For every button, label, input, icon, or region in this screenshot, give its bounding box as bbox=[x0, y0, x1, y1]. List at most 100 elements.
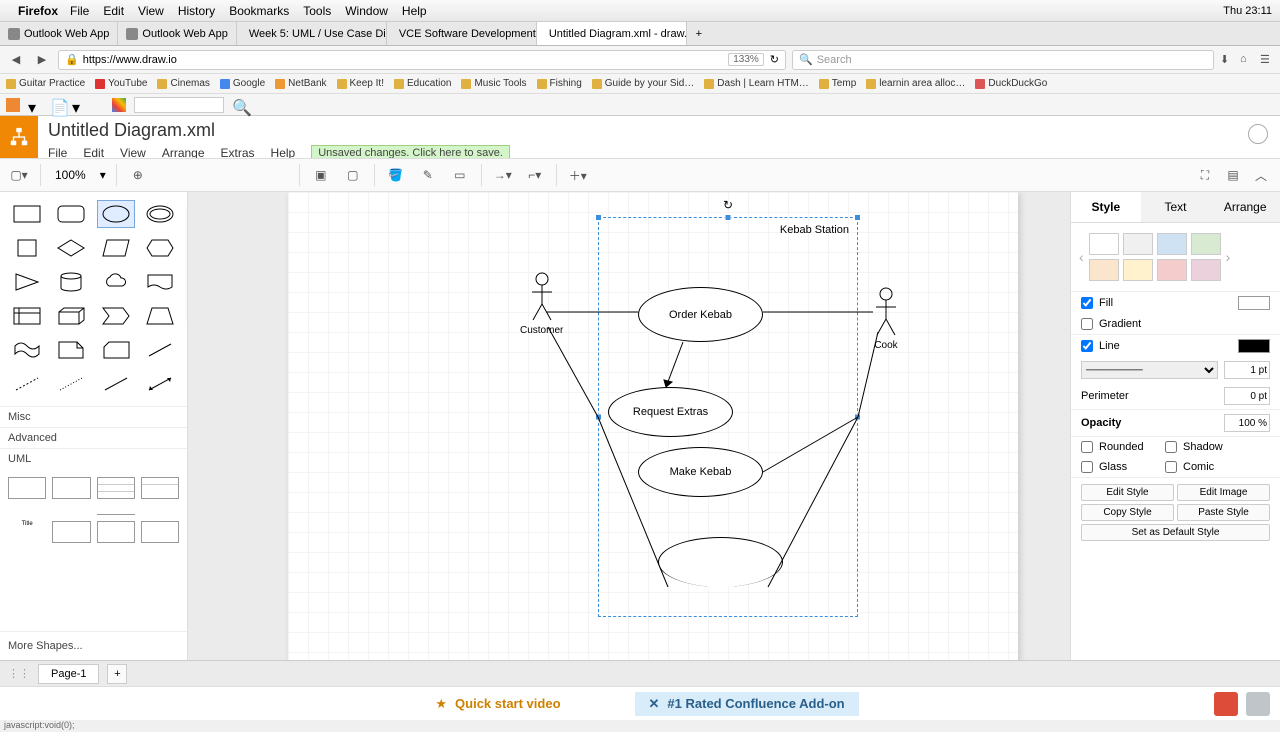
page-tab[interactable]: Page-1 bbox=[38, 664, 99, 684]
bookmark-item[interactable]: Fishing bbox=[537, 78, 582, 89]
mac-menu-help[interactable]: Help bbox=[402, 4, 427, 18]
shape-square[interactable] bbox=[8, 234, 46, 262]
swatch-next-icon[interactable]: › bbox=[1224, 249, 1233, 265]
document-title[interactable]: Untitled Diagram.xml bbox=[48, 120, 510, 141]
color-swatch[interactable] bbox=[1191, 259, 1221, 281]
toolbar-search-input[interactable] bbox=[134, 97, 224, 113]
line-color-chip[interactable] bbox=[1238, 339, 1270, 353]
add-page-button[interactable]: + bbox=[107, 664, 127, 684]
home-icon[interactable]: ⌂ bbox=[1240, 53, 1254, 67]
url-input[interactable]: 🔒 https://www.draw.io 133% ↻ bbox=[58, 50, 786, 70]
glass-checkbox[interactable] bbox=[1081, 461, 1093, 473]
bookmark-item[interactable]: Google bbox=[220, 78, 265, 89]
shape-hexagon[interactable] bbox=[141, 234, 179, 262]
page-drag-handle-icon[interactable]: ⋮⋮ bbox=[8, 667, 30, 680]
drawio-logo-icon[interactable] bbox=[0, 116, 38, 158]
mac-menu-history[interactable]: History bbox=[178, 4, 215, 18]
bookmark-item[interactable]: DuckDuckGo bbox=[975, 78, 1047, 89]
uml-shape[interactable] bbox=[52, 521, 90, 543]
bookmark-item[interactable]: Cinemas bbox=[157, 78, 209, 89]
copy-style-button[interactable]: Copy Style bbox=[1081, 504, 1174, 521]
fill-checkbox[interactable] bbox=[1081, 297, 1093, 309]
uml-shape[interactable] bbox=[141, 521, 179, 543]
shadow-button[interactable]: ▭ bbox=[449, 164, 471, 186]
bookmark-item[interactable]: learnin area alloc… bbox=[866, 78, 965, 89]
section-uml[interactable]: UML bbox=[0, 448, 187, 469]
tab-text[interactable]: Text bbox=[1141, 192, 1211, 222]
shape-cylinder[interactable] bbox=[52, 268, 90, 296]
browser-tab[interactable]: VCE Software Development E… bbox=[387, 22, 537, 45]
google-icon[interactable] bbox=[112, 98, 126, 112]
addon-icon[interactable]: 📄 bbox=[50, 98, 64, 112]
shape-arrow-bidir[interactable] bbox=[141, 370, 179, 398]
bookmark-item[interactable]: NetBank bbox=[275, 78, 326, 89]
tab-style[interactable]: Style bbox=[1071, 192, 1141, 222]
shape-cloud[interactable] bbox=[97, 268, 135, 296]
zoom-in-button[interactable]: ⊕ bbox=[127, 164, 149, 186]
shape-document[interactable] bbox=[141, 268, 179, 296]
tab-arrange[interactable]: Arrange bbox=[1210, 192, 1280, 222]
shape-line-dotted[interactable] bbox=[52, 370, 90, 398]
zoom-badge[interactable]: 133% bbox=[728, 53, 764, 66]
color-swatch[interactable] bbox=[1123, 259, 1153, 281]
chevron-down-icon[interactable]: ▾ bbox=[100, 168, 106, 182]
mac-menu-file[interactable]: File bbox=[70, 4, 89, 18]
quick-start-link[interactable]: ★ Quick start video bbox=[421, 692, 574, 716]
paste-style-button[interactable]: Paste Style bbox=[1177, 504, 1270, 521]
uml-shape[interactable] bbox=[97, 477, 135, 499]
shape-note[interactable] bbox=[52, 336, 90, 364]
uml-shape[interactable] bbox=[97, 521, 135, 543]
shape-ellipse-double[interactable] bbox=[141, 200, 179, 228]
uml-shape[interactable] bbox=[52, 477, 90, 499]
line-width-input[interactable] bbox=[1224, 361, 1270, 379]
browser-tab-active[interactable]: Untitled Diagram.xml - draw.io bbox=[537, 22, 687, 45]
view-layout-button[interactable]: ▢▾ bbox=[8, 164, 30, 186]
bookmark-item[interactable]: YouTube bbox=[95, 78, 147, 89]
color-swatch[interactable] bbox=[1157, 233, 1187, 255]
fill-color-chip[interactable] bbox=[1238, 296, 1270, 310]
bookmark-item[interactable]: Keep It! bbox=[337, 78, 384, 89]
canvas-page[interactable]: ↻ Kebab Station Order Kebab Request Extr… bbox=[288, 192, 1018, 660]
googleplus-icon[interactable] bbox=[1214, 692, 1238, 716]
to-front-button[interactable]: ▣ bbox=[310, 164, 332, 186]
mac-menu-edit[interactable]: Edit bbox=[103, 4, 124, 18]
shape-card[interactable] bbox=[97, 336, 135, 364]
fill-color-button[interactable]: 🪣 bbox=[385, 164, 407, 186]
to-back-button[interactable]: ▢ bbox=[342, 164, 364, 186]
new-tab-button[interactable]: + bbox=[687, 22, 711, 45]
line-checkbox[interactable] bbox=[1081, 340, 1093, 352]
addon-icon[interactable]: ▾ bbox=[28, 98, 42, 112]
bookmark-item[interactable]: Education bbox=[394, 78, 451, 89]
browser-tab[interactable]: Outlook Web App bbox=[118, 22, 236, 45]
shape-cube[interactable] bbox=[52, 302, 90, 330]
format-panel-icon[interactable]: ▤ bbox=[1222, 164, 1244, 186]
color-swatch[interactable] bbox=[1157, 259, 1187, 281]
shape-ellipse[interactable] bbox=[97, 200, 135, 228]
color-swatch[interactable] bbox=[1089, 233, 1119, 255]
shape-triangle[interactable] bbox=[8, 268, 46, 296]
gradient-checkbox[interactable] bbox=[1081, 318, 1093, 330]
zoom-level[interactable]: 100% bbox=[51, 168, 90, 182]
mac-menu-bookmarks[interactable]: Bookmarks bbox=[229, 4, 289, 18]
mac-menu-view[interactable]: View bbox=[138, 4, 164, 18]
search-input[interactable]: 🔍 Search bbox=[792, 50, 1214, 70]
menu-icon[interactable]: ☰ bbox=[1260, 53, 1274, 67]
shape-line[interactable] bbox=[97, 370, 135, 398]
line-color-button[interactable]: ✎ bbox=[417, 164, 439, 186]
shadow-checkbox[interactable] bbox=[1165, 441, 1177, 453]
shape-step[interactable] bbox=[97, 302, 135, 330]
collapse-icon[interactable]: ︿ bbox=[1250, 164, 1272, 186]
forward-button[interactable]: ▶ bbox=[32, 50, 52, 70]
connection-button[interactable]: →▾ bbox=[492, 164, 514, 186]
edit-image-button[interactable]: Edit Image bbox=[1177, 484, 1270, 501]
line-style-select[interactable]: ──────── bbox=[1081, 361, 1218, 379]
confluence-promo[interactable]: ✕ #1 Rated Confluence Add-on bbox=[635, 692, 859, 716]
set-default-button[interactable]: Set as Default Style bbox=[1081, 524, 1270, 541]
bookmark-item[interactable]: Temp bbox=[819, 78, 856, 89]
shape-line-dashed[interactable] bbox=[8, 370, 46, 398]
bookmark-item[interactable]: Guide by your Sid… bbox=[592, 78, 695, 89]
opacity-input[interactable] bbox=[1224, 414, 1270, 432]
mac-menu-tools[interactable]: Tools bbox=[303, 4, 331, 18]
shape-internal-storage[interactable] bbox=[8, 302, 46, 330]
shape-rectangle[interactable] bbox=[8, 200, 46, 228]
